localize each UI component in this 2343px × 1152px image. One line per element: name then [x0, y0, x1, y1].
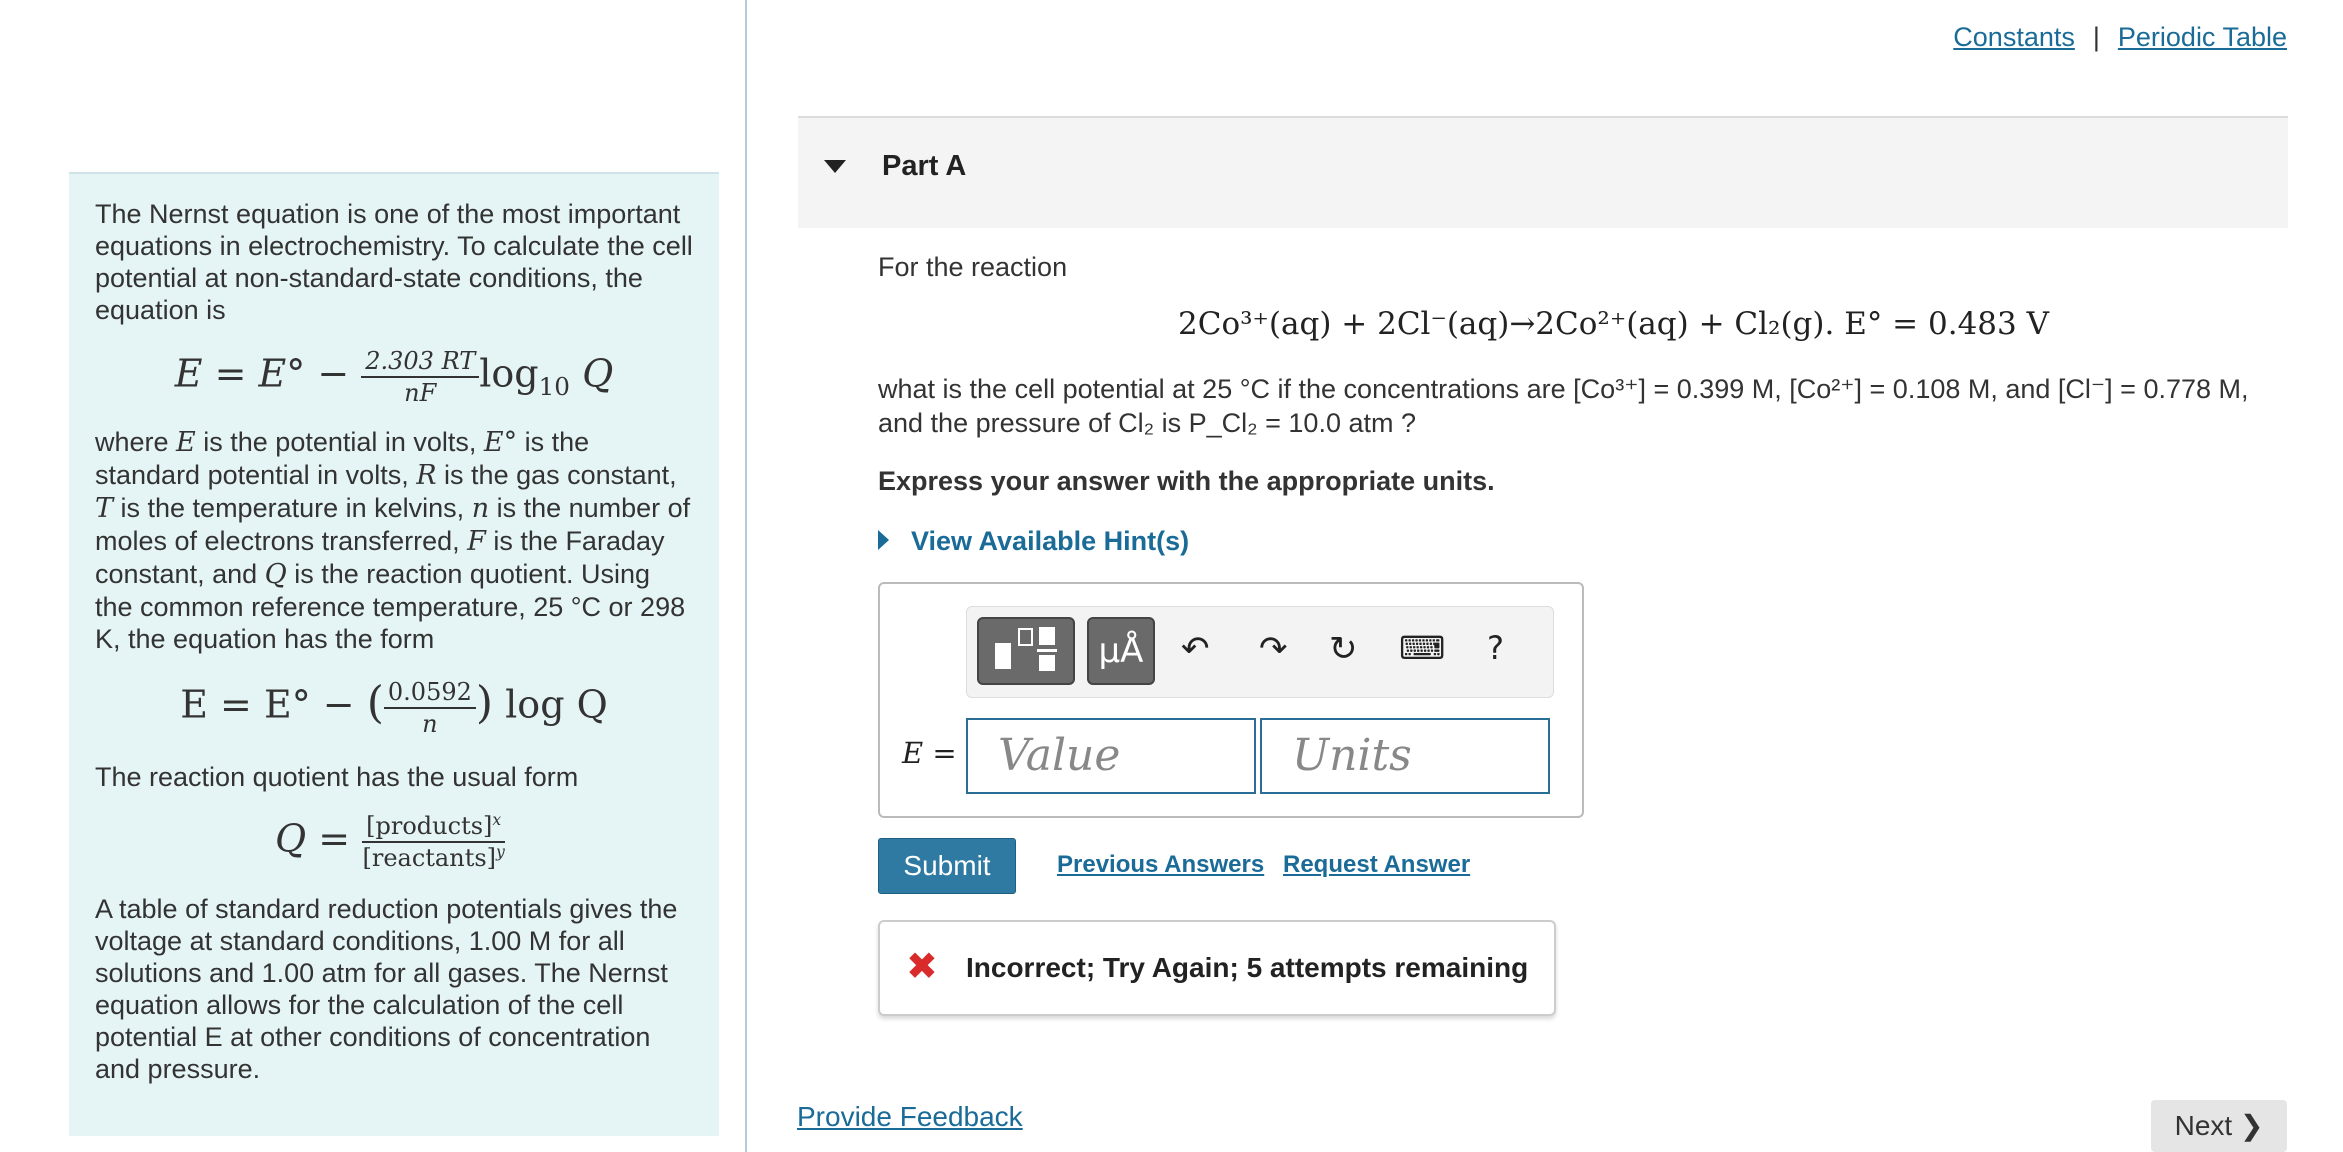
reset-icon[interactable]: ↻ [1329, 629, 1358, 669]
feedback-box: ✖ Incorrect; Try Again; 5 attempts remai… [878, 920, 1556, 1016]
template-button[interactable] [977, 617, 1075, 685]
provide-feedback-link[interactable]: Provide Feedback [797, 1101, 1023, 1133]
top-links: Constants | Periodic Table [1953, 22, 2287, 53]
reaction-equation: 2Co³⁺(aq) + 2Cl⁻(aq)→2Co²⁺(aq) + Cl₂(g).… [1178, 306, 2049, 342]
submit-button[interactable]: Submit [878, 838, 1016, 894]
expand-triangle-icon [878, 529, 889, 550]
reaction-quotient-fraction: [products]x [reactants]y [362, 811, 506, 872]
left-column: The Nernst equation is one of the most i… [0, 0, 747, 1152]
reaction-quotient-equation: Q = [products]x [reactants]y [275, 811, 506, 872]
intro-paragraph-1: The Nernst equation is one of the most i… [95, 199, 693, 325]
nernst-fraction: 2.303 RT nF [361, 346, 480, 408]
part-title: Part A [882, 150, 967, 182]
question-lead: For the reaction [878, 252, 1068, 282]
feedback-message: Incorrect; Try Again; 5 attempts remaini… [966, 952, 1529, 983]
answer-box: μÅ ↶ ↷ ↻ ⌨ ? E = Value Units [878, 582, 1584, 818]
constants-link[interactable]: Constants [1953, 22, 2075, 52]
incorrect-icon: ✖ [906, 944, 938, 988]
collapse-arrow-icon[interactable] [824, 160, 846, 173]
intro-paragraph-2: where E is the potential in volts, E° is… [95, 427, 691, 654]
nernst-25c-equation: E = E° − ( 0.0592 n ) log Q [180, 677, 608, 739]
nernst-equation: E = E° − 2.303 RT nF log10 Q [174, 346, 614, 408]
question-condition: what is the cell potential at 25 °C if t… [878, 374, 2249, 438]
keyboard-icon[interactable]: ⌨ [1399, 629, 1445, 667]
template-icon [995, 627, 1057, 671]
redo-icon[interactable]: ↷ [1259, 629, 1288, 669]
part-a-header[interactable]: Part A [798, 116, 2288, 228]
intro-paragraph-4: A table of standard reduction potentials… [95, 894, 678, 1084]
link-separator: | [2092, 22, 2100, 52]
view-hints-link[interactable]: View Available Hint(s) [878, 526, 1189, 557]
help-icon[interactable]: ? [1487, 629, 1504, 667]
periodic-table-link[interactable]: Periodic Table [2118, 22, 2287, 52]
answer-label: E = [902, 736, 957, 770]
value-input[interactable]: Value [966, 718, 1256, 794]
math-toolbar: μÅ ↶ ↷ ↻ ⌨ ? [966, 606, 1554, 698]
units-button[interactable]: μÅ [1087, 617, 1155, 685]
units-input[interactable]: Units [1260, 718, 1550, 794]
next-button[interactable]: Next ❯ [2151, 1100, 2287, 1152]
answer-instruction: Express your answer with the appropriate… [878, 466, 1495, 496]
nernst-25c-fraction: 0.0592 n [383, 677, 476, 739]
intro-panel: The Nernst equation is one of the most i… [69, 172, 719, 1136]
intro-paragraph-3: The reaction quotient has the usual form [95, 762, 579, 792]
undo-icon[interactable]: ↶ [1181, 629, 1210, 669]
previous-answers-link[interactable]: Previous Answers [1057, 851, 1264, 879]
request-answer-link[interactable]: Request Answer [1283, 851, 1470, 879]
